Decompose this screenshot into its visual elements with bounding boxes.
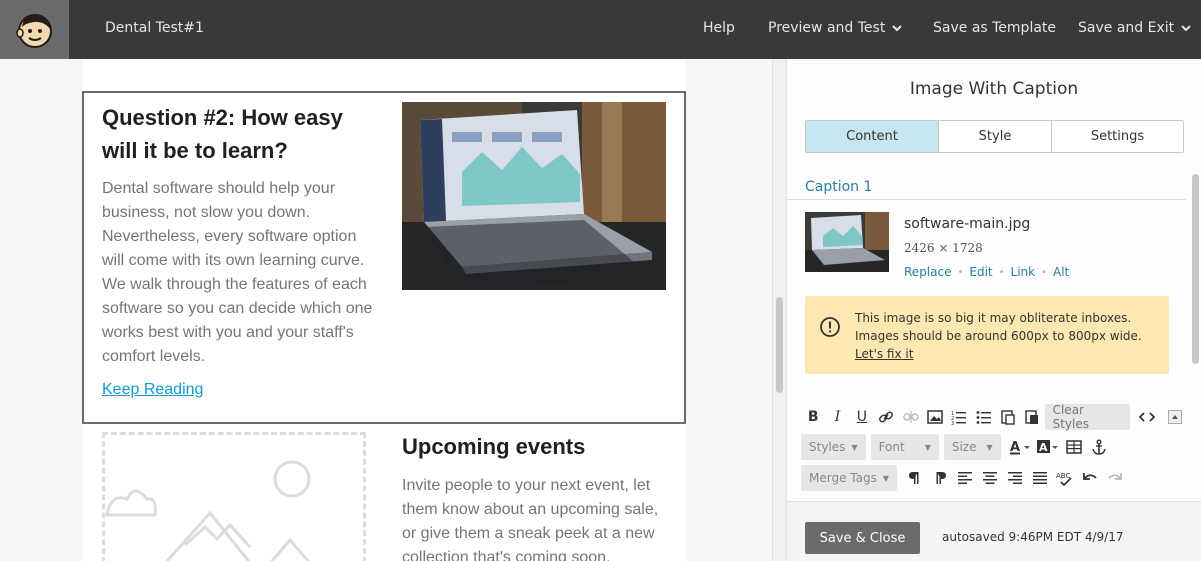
tab-style[interactable]: Style: [939, 121, 1052, 152]
alt-link[interactable]: Alt: [1053, 265, 1069, 279]
file-actions: Replace • Edit • Link • Alt: [904, 265, 1069, 279]
anchor-icon[interactable]: [1087, 435, 1112, 460]
text-color-icon[interactable]: A: [1006, 435, 1034, 460]
question-body[interactable]: Dental software should help your busines…: [102, 177, 377, 369]
caret-down-icon: ▼: [986, 442, 993, 452]
paragraph-rtl-icon[interactable]: [927, 466, 952, 491]
italic-icon[interactable]: I: [825, 405, 849, 430]
toolbar-row-2: Styles ▼ Font ▼ Size ▼ A A: [801, 434, 1112, 460]
paste-word-icon[interactable]: [1020, 405, 1044, 430]
align-center-icon[interactable]: [977, 466, 1002, 491]
file-dimensions: 2426 × 1728: [904, 241, 983, 255]
align-right-icon[interactable]: [1002, 466, 1027, 491]
file-name: software-main.jpg: [904, 216, 1031, 232]
warning-text: This image is so big it may obliterate i…: [855, 309, 1155, 363]
canvas-scrollbar[interactable]: [772, 59, 787, 561]
save-and-exit-menu[interactable]: Save and Exit: [1078, 20, 1192, 36]
section-divider: [787, 199, 1186, 200]
chevron-down-icon: [892, 25, 903, 32]
fix-it-link[interactable]: Let's fix it: [855, 347, 913, 361]
top-bar: Dental Test#1 Help Preview and Test Save…: [0, 0, 1201, 59]
panel-scrollbar[interactable]: [1190, 174, 1201, 504]
underline-icon[interactable]: U: [850, 405, 874, 430]
align-justify-icon[interactable]: [1027, 466, 1052, 491]
replace-link[interactable]: Replace: [904, 265, 951, 279]
panel-tabs: Content Style Settings: [805, 120, 1184, 153]
mailchimp-freddie-icon: [15, 13, 52, 48]
separator-dot: •: [957, 266, 964, 278]
align-left-icon[interactable]: [952, 466, 977, 491]
undo-icon[interactable]: [1077, 466, 1102, 491]
image-icon[interactable]: [923, 405, 947, 430]
paste-text-icon[interactable]: [996, 405, 1020, 430]
image-size-warning: This image is so big it may obliterate i…: [805, 296, 1169, 374]
image-thumbnail[interactable]: [805, 212, 889, 272]
tab-settings[interactable]: Settings: [1052, 121, 1183, 152]
block-editor-panel: Image With Caption Content Style Setting…: [787, 59, 1201, 561]
save-and-close-button[interactable]: Save & Close: [805, 522, 920, 554]
panel-scrollbar-thumb[interactable]: [1192, 174, 1199, 364]
caret-down-icon: ▼: [851, 442, 858, 452]
font-dropdown[interactable]: Font ▼: [870, 434, 939, 460]
link-link[interactable]: Link: [1011, 265, 1036, 279]
chevron-down-icon: [1181, 25, 1191, 32]
caption-section-label[interactable]: Caption 1: [805, 179, 872, 195]
source-code-icon[interactable]: [1134, 405, 1158, 430]
spellcheck-icon[interactable]: ABC: [1052, 466, 1077, 491]
toolbar-row-3: Merge Tags ▼ ABC: [801, 465, 1127, 491]
help-link[interactable]: Help: [703, 20, 735, 36]
help-label: Help: [703, 20, 735, 36]
save-exit-label: Save and Exit: [1078, 20, 1175, 36]
preview-and-test-menu[interactable]: Preview and Test: [768, 20, 903, 36]
background-color-icon[interactable]: A: [1034, 435, 1062, 460]
panel-footer: Save & Close autosaved 9:46PM EDT 4/9/17: [787, 502, 1201, 561]
scrollbar-thumb[interactable]: [776, 297, 783, 393]
svg-text:A: A: [1039, 441, 1048, 454]
separator-dot: •: [1041, 266, 1048, 278]
toolbar-row-1: B I U 123 Clear Styles: [801, 403, 1187, 431]
warning-circle-icon: [820, 317, 840, 337]
link-icon[interactable]: [874, 405, 898, 430]
campaign-name[interactable]: Dental Test#1: [105, 20, 204, 36]
events-body[interactable]: Invite people to your next event, let th…: [402, 474, 672, 561]
image-placeholder-icon: [105, 460, 311, 561]
styles-dropdown[interactable]: Styles ▼: [801, 434, 866, 460]
clear-styles-button[interactable]: Clear Styles: [1044, 403, 1131, 431]
svg-text:3: 3: [951, 421, 954, 425]
merge-tags-dropdown[interactable]: Merge Tags ▼: [801, 465, 897, 491]
keep-reading-link[interactable]: Keep Reading: [102, 381, 203, 399]
merge-tags-label: Merge Tags: [809, 471, 877, 485]
redo-icon[interactable]: [1102, 466, 1127, 491]
email-canvas: Question #2: How easy will it be to lear…: [0, 59, 772, 561]
paragraph-ltr-icon[interactable]: [902, 466, 927, 491]
laptop-image[interactable]: [402, 102, 666, 290]
caret-down-icon: ▼: [924, 442, 931, 452]
size-label: Size: [951, 440, 977, 454]
separator-dot: •: [998, 266, 1005, 278]
preview-label: Preview and Test: [768, 20, 886, 36]
edit-link[interactable]: Edit: [969, 265, 992, 279]
save-template-label: Save as Template: [933, 20, 1057, 36]
tab-content[interactable]: Content: [806, 121, 939, 152]
warning-message: This image is so big it may obliterate i…: [855, 311, 1142, 343]
svg-text:ABC: ABC: [1056, 472, 1070, 480]
collapse-toolbar-icon[interactable]: [1163, 405, 1187, 430]
caret-down-icon: ▼: [882, 473, 889, 483]
save-as-template-button[interactable]: Save as Template: [933, 20, 1056, 36]
font-label: Font: [878, 440, 905, 454]
unlink-icon[interactable]: [898, 405, 922, 430]
ordered-list-icon[interactable]: 123: [947, 405, 971, 430]
bold-icon[interactable]: B: [801, 405, 825, 430]
events-title[interactable]: Upcoming events: [402, 434, 585, 460]
bullet-list-icon[interactable]: [972, 405, 996, 430]
autosave-status: autosaved 9:46PM EDT 4/9/17: [942, 530, 1124, 544]
size-dropdown[interactable]: Size ▼: [943, 434, 1001, 460]
styles-label: Styles: [809, 440, 846, 454]
mailchimp-logo[interactable]: [0, 0, 69, 59]
panel-title: Image With Caption: [909, 79, 1079, 99]
image-placeholder[interactable]: [102, 432, 366, 561]
question-title[interactable]: Question #2: How easy will it be to lear…: [102, 101, 372, 167]
table-icon[interactable]: [1062, 435, 1087, 460]
